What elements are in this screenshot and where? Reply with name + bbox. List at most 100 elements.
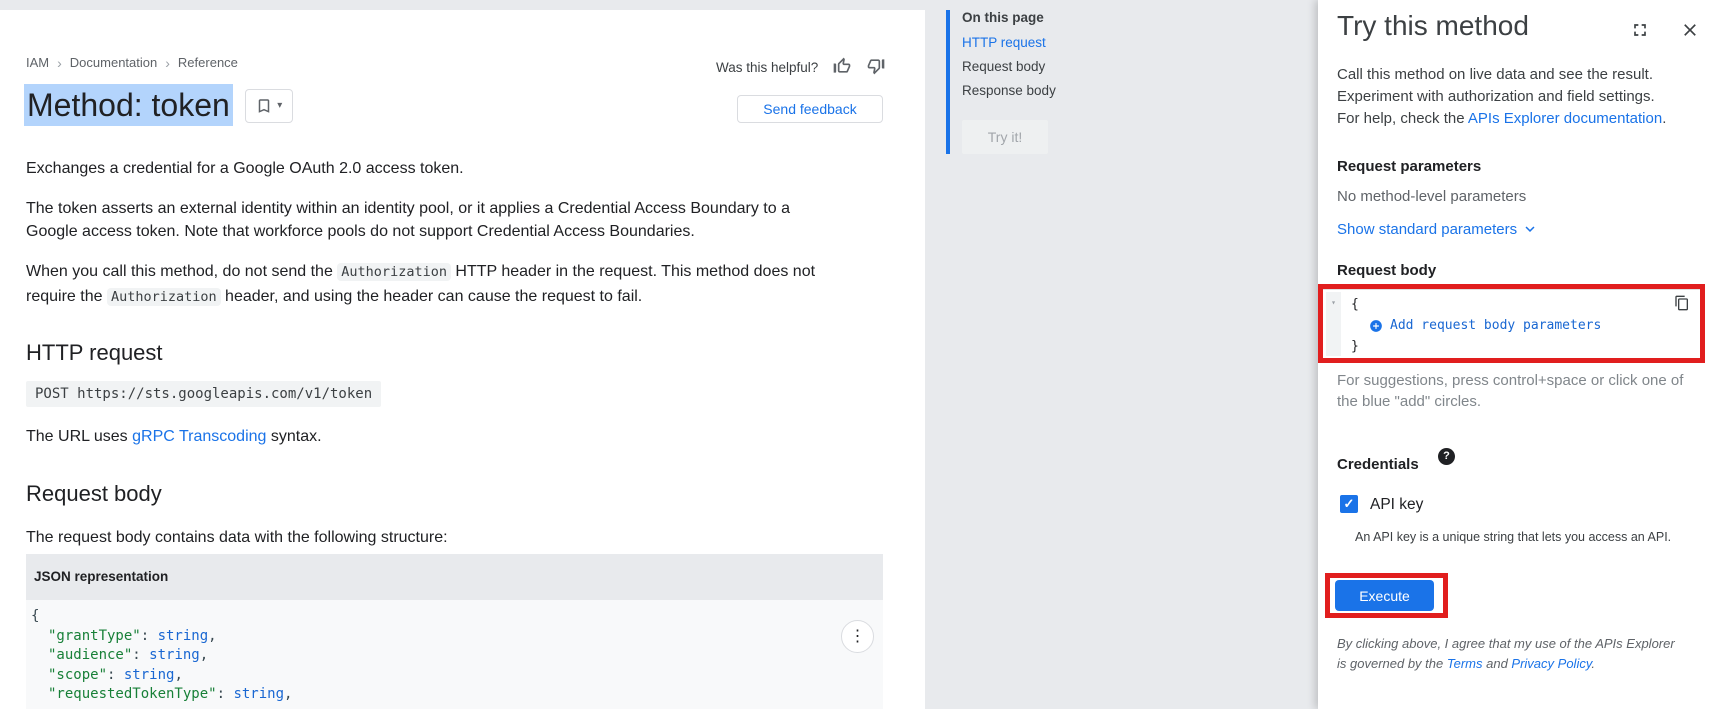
paragraph-text: syntax. bbox=[266, 428, 321, 445]
grpc-line: The URL uses gRPC Transcoding syntax. bbox=[26, 425, 826, 448]
suggestions-text: For suggestions, press control+space or … bbox=[1337, 370, 1691, 412]
code-line: "requestedTokenType": string, bbox=[31, 685, 883, 705]
panel-request-body-heading: Request body bbox=[1337, 262, 1436, 279]
code-punctuation: { bbox=[31, 608, 39, 624]
show-standard-parameters-label: Show standard parameters bbox=[1337, 221, 1517, 238]
request-body-heading: Request body bbox=[26, 481, 162, 507]
panel-intro-text: . bbox=[1662, 110, 1666, 127]
code-line: { bbox=[31, 607, 883, 627]
inline-code-authorization: Authorization bbox=[337, 263, 451, 281]
legal-text-part: and bbox=[1483, 656, 1512, 671]
paragraph-text: When you call this method, do not send t… bbox=[26, 263, 337, 280]
breadcrumb-item-iam[interactable]: IAM bbox=[26, 55, 49, 70]
try-it-button[interactable]: Try it! bbox=[962, 120, 1048, 154]
code-punctuation: : bbox=[141, 628, 158, 644]
thumb-down-icon[interactable] bbox=[866, 56, 886, 79]
json-key: "audience" bbox=[48, 647, 132, 663]
page-title: Method: token bbox=[24, 87, 233, 124]
more-vert-icon: ⋮ bbox=[850, 628, 866, 645]
editor-gutter: ▾ bbox=[1326, 292, 1341, 356]
panel-title: Try this method bbox=[1337, 10, 1529, 42]
json-code-block: { "grantType": string, "audience": strin… bbox=[26, 600, 883, 709]
legal-text: By clicking above, I agree that my use o… bbox=[1337, 634, 1687, 674]
add-parameters-label: Add request body parameters bbox=[1390, 315, 1601, 336]
page-title-selection: Method: token bbox=[24, 84, 233, 126]
title-row: Method: token ▾ bbox=[24, 87, 293, 124]
terms-link[interactable]: Terms bbox=[1447, 656, 1483, 671]
try-this-method-panel: Try this method Call this method on live… bbox=[1318, 0, 1710, 709]
api-key-label[interactable]: API key bbox=[1370, 496, 1423, 514]
on-this-page-link-request-body[interactable]: Request body bbox=[962, 59, 1116, 74]
code-line: "audience": string, bbox=[31, 646, 883, 666]
check-icon: ✓ bbox=[1344, 496, 1355, 511]
json-value: string bbox=[158, 628, 209, 644]
editor-close-brace: } bbox=[1351, 339, 1359, 354]
code-overflow-button[interactable]: ⋮ bbox=[841, 620, 874, 653]
http-request-code: POST https://sts.googleapis.com/v1/token bbox=[26, 381, 381, 407]
json-value: string bbox=[149, 647, 200, 663]
code-punctuation: : bbox=[132, 647, 149, 663]
code-line: "scope": string, bbox=[31, 666, 883, 686]
on-this-page-link-http-request[interactable]: HTTP request bbox=[962, 35, 1116, 50]
fullscreen-button[interactable] bbox=[1628, 18, 1652, 42]
copy-button[interactable] bbox=[1674, 295, 1690, 315]
add-circle-icon bbox=[1369, 319, 1383, 333]
credentials-heading: Credentials bbox=[1337, 456, 1419, 473]
json-key: "requestedTokenType" bbox=[48, 686, 217, 702]
breadcrumb-item-documentation[interactable]: Documentation bbox=[70, 55, 157, 70]
annotation-box-execute: Execute bbox=[1325, 573, 1448, 618]
request-parameters-heading: Request parameters bbox=[1337, 158, 1481, 175]
privacy-policy-link[interactable]: Privacy Policy bbox=[1511, 656, 1591, 671]
close-button[interactable] bbox=[1678, 18, 1702, 42]
copy-icon bbox=[1674, 295, 1690, 311]
token-paragraph: The token asserts an external identity w… bbox=[26, 197, 826, 243]
code-punctuation: : bbox=[107, 667, 124, 683]
intro-paragraph: Exchanges a credential for a Google OAut… bbox=[26, 157, 826, 180]
paragraph-text: header, and using the header can cause t… bbox=[221, 288, 643, 305]
breadcrumb: IAM › Documentation › Reference bbox=[26, 55, 238, 70]
code-line: "grantType": string, bbox=[31, 627, 883, 647]
on-this-page-link-response-body[interactable]: Response body bbox=[962, 83, 1116, 98]
annotation-box-request-body: ▾ { Add request body parameters } bbox=[1318, 284, 1705, 363]
show-standard-parameters-link[interactable]: Show standard parameters bbox=[1337, 220, 1539, 238]
code-punctuation: , bbox=[284, 686, 292, 702]
main-content: IAM › Documentation › Reference Was this… bbox=[0, 10, 925, 709]
paragraph-text: The URL uses bbox=[26, 428, 132, 445]
helpful-label: Was this helpful? bbox=[716, 60, 818, 75]
on-this-page-title: On this page bbox=[962, 10, 1116, 25]
json-value: string bbox=[233, 686, 284, 702]
json-value: string bbox=[124, 667, 175, 683]
editor-line: { bbox=[1351, 294, 1700, 315]
editor-line: } bbox=[1351, 336, 1700, 357]
no-parameters-text: No method-level parameters bbox=[1337, 188, 1526, 205]
helpful-row: Was this helpful? bbox=[716, 56, 886, 79]
send-feedback-button[interactable]: Send feedback bbox=[737, 95, 883, 123]
code-punctuation: , bbox=[208, 628, 216, 644]
execute-button[interactable]: Execute bbox=[1335, 580, 1434, 611]
close-icon bbox=[1680, 20, 1700, 40]
api-key-checkbox[interactable]: ✓ bbox=[1340, 495, 1358, 513]
chevron-right-icon: › bbox=[165, 56, 170, 70]
request-body-intro: The request body contains data with the … bbox=[26, 526, 826, 549]
code-punctuation: : bbox=[217, 686, 234, 702]
code-punctuation: , bbox=[174, 667, 182, 683]
breadcrumb-item-reference[interactable]: Reference bbox=[178, 55, 238, 70]
add-request-body-parameters-link[interactable]: Add request body parameters bbox=[1351, 315, 1700, 336]
code-punctuation: , bbox=[200, 647, 208, 663]
legal-text-part: . bbox=[1591, 656, 1595, 671]
chevron-down-icon bbox=[1521, 220, 1539, 238]
grpc-transcoding-link[interactable]: gRPC Transcoding bbox=[132, 428, 266, 445]
json-representation-table: JSON representation { "grantType": strin… bbox=[26, 554, 883, 709]
bookmark-button[interactable]: ▾ bbox=[245, 89, 293, 123]
apis-explorer-documentation-link[interactable]: APIs Explorer documentation bbox=[1468, 110, 1662, 127]
api-key-description: An API key is a unique string that lets … bbox=[1355, 530, 1695, 544]
help-icon[interactable]: ? bbox=[1438, 448, 1455, 465]
collapse-triangle-icon: ▾ bbox=[1331, 298, 1336, 307]
panel-intro: Call this method on live data and see th… bbox=[1337, 64, 1679, 130]
thumb-up-icon[interactable] bbox=[832, 56, 852, 79]
json-key: "grantType" bbox=[48, 628, 141, 644]
request-body-editor[interactable]: ▾ { Add request body parameters } bbox=[1323, 289, 1700, 358]
json-representation-header: JSON representation bbox=[26, 554, 883, 600]
editor-open-brace: { bbox=[1351, 297, 1359, 312]
chevron-right-icon: › bbox=[57, 56, 62, 70]
